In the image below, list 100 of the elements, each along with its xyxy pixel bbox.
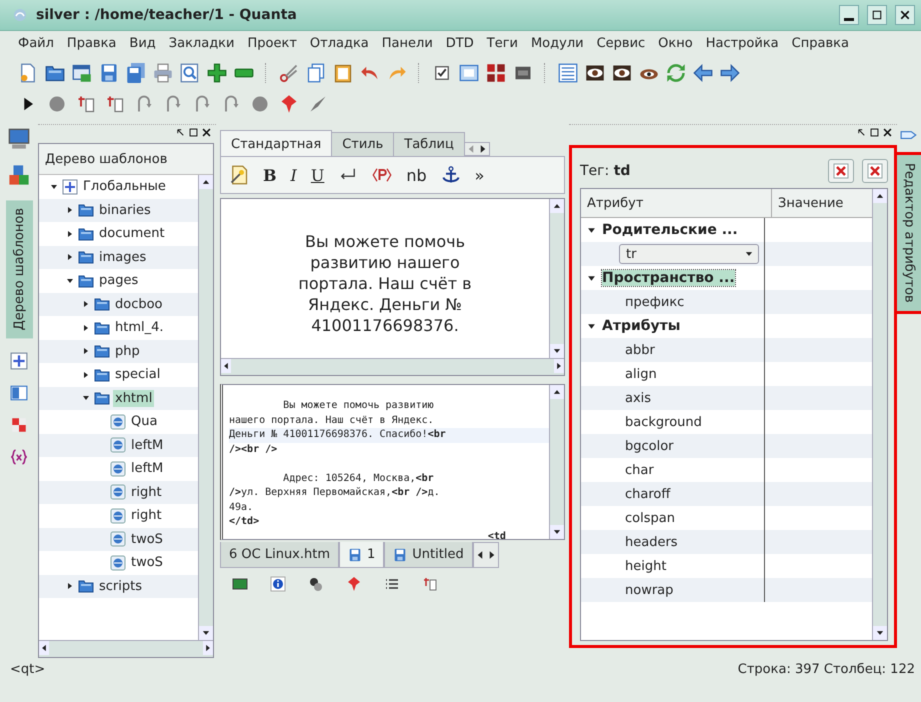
step-icon[interactable] (422, 576, 438, 592)
group-row[interactable]: Родительские ... (602, 222, 738, 238)
folder-icon[interactable] (94, 296, 110, 312)
menu-item[interactable]: Файл (12, 33, 61, 54)
pin-icon[interactable] (346, 576, 362, 592)
tree-item[interactable]: xhtml (113, 390, 154, 407)
folder-icon[interactable] (45, 63, 65, 83)
delete-button[interactable] (828, 159, 854, 183)
circle-icon[interactable] (47, 94, 67, 114)
template-icon[interactable] (10, 352, 28, 370)
expand-arrow-icon[interactable] (66, 253, 74, 262)
folder-icon[interactable] (78, 202, 94, 218)
file-icon[interactable] (110, 554, 126, 571)
folder-icon[interactable] (94, 320, 110, 336)
tree-item[interactable]: html_4. (113, 319, 166, 336)
collapse-arrow-icon[interactable] (587, 322, 596, 330)
cut-icon[interactable] (279, 63, 299, 83)
copy-icon[interactable] (306, 63, 326, 83)
forward-icon[interactable] (720, 63, 740, 83)
info-icon[interactable] (270, 576, 286, 592)
collapse-arrow-icon[interactable] (587, 274, 596, 282)
eye-icon[interactable] (612, 63, 632, 83)
print-icon[interactable] (153, 63, 173, 83)
list-icon[interactable] (558, 63, 578, 83)
menu-item[interactable]: Сервис (590, 33, 652, 54)
balls-icon[interactable] (308, 576, 324, 592)
expand-arrow-icon[interactable] (82, 347, 90, 356)
folder-icon[interactable] (78, 226, 94, 242)
minimize-button[interactable] (839, 5, 859, 25)
tree-item[interactable]: leftM (129, 460, 166, 478)
scrollbar[interactable] (221, 358, 564, 375)
list-icon[interactable] (384, 576, 400, 592)
tree-item[interactable]: twoS (129, 554, 165, 572)
folder-icon[interactable] (94, 366, 110, 383)
document-tab[interactable]: 6 ОС Linux.htm (220, 542, 340, 568)
tree-item[interactable]: special (113, 366, 162, 384)
folder-icon[interactable] (78, 578, 94, 594)
document-tab[interactable]: 1 (339, 542, 384, 568)
quick-tag-button[interactable]: B (263, 166, 277, 184)
file-icon[interactable] (110, 484, 126, 500)
tree-item[interactable]: right (129, 507, 164, 524)
column-header[interactable]: Значение (772, 189, 844, 217)
step-icon[interactable] (76, 94, 96, 114)
toolbar-tab[interactable]: Стиль (331, 132, 394, 156)
attribute-name[interactable]: char (587, 462, 654, 478)
file-icon[interactable] (110, 531, 126, 548)
collapse-arrow-icon[interactable] (66, 276, 74, 285)
file-icon[interactable] (110, 414, 126, 430)
file-icon[interactable] (110, 508, 126, 524)
save-icon[interactable] (99, 63, 119, 83)
attribute-name[interactable]: bgcolor (587, 438, 674, 454)
undock-icon[interactable] (856, 126, 867, 138)
expand-arrow-icon[interactable] (66, 230, 74, 238)
anchor-icon[interactable] (440, 165, 461, 185)
quick-tag-button[interactable]: » (474, 166, 484, 184)
step-icon[interactable] (105, 94, 125, 114)
parent-dropdown[interactable]: tr (619, 244, 759, 264)
tree-item[interactable]: pages (97, 272, 140, 290)
circle-icon[interactable] (250, 94, 270, 114)
tree-item[interactable]: leftM (129, 436, 166, 454)
menu-item[interactable]: Панели (376, 33, 440, 54)
scrollbar[interactable] (872, 189, 887, 640)
tree-item[interactable]: document (97, 225, 167, 242)
puzzle-icon[interactable] (10, 416, 28, 434)
scrollbar[interactable] (549, 385, 564, 539)
menu-item[interactable]: Правка (60, 33, 124, 54)
attribute-name[interactable]: align (587, 366, 657, 382)
close-icon[interactable] (201, 126, 212, 138)
tree-item[interactable]: right (129, 484, 164, 501)
dock-tab[interactable]: Дерево шаблонов (6, 200, 32, 338)
attribute-name[interactable]: nowrap (587, 582, 674, 598)
expand-arrow-icon[interactable] (82, 324, 90, 332)
new-document-icon[interactable] (18, 63, 38, 83)
menu-item[interactable]: Справка (786, 33, 856, 54)
toolbar-tab[interactable]: Стандартная (220, 130, 332, 156)
attribute-name[interactable]: height (587, 558, 666, 574)
menu-item[interactable]: Проект (241, 33, 304, 54)
checkbox-icon[interactable] (432, 63, 452, 83)
menu-item[interactable]: Настройка (700, 33, 786, 54)
attribute-name[interactable]: headers (587, 534, 678, 550)
attribute-name[interactable]: colspan (587, 510, 675, 526)
pin-icon[interactable] (279, 94, 299, 114)
scrollbar[interactable] (198, 175, 213, 640)
restore-icon[interactable] (869, 126, 880, 138)
expand-arrow-icon[interactable] (66, 582, 74, 590)
file-icon[interactable] (110, 460, 126, 477)
template-icon[interactable] (62, 178, 78, 195)
add-icon[interactable] (207, 63, 227, 83)
close-icon[interactable] (882, 126, 893, 138)
expand-arrow-icon[interactable] (82, 370, 90, 379)
collapse-arrow-icon[interactable] (50, 182, 58, 191)
folder-icon[interactable] (94, 390, 110, 406)
attribute-name[interactable]: axis (587, 390, 652, 406)
menu-item[interactable]: Отладка (304, 33, 376, 54)
tree-item[interactable]: php (113, 342, 142, 360)
collapse-arrow-icon[interactable] (82, 394, 90, 402)
group-row[interactable]: Атрибуты (602, 318, 680, 334)
menu-item[interactable]: Модули (524, 33, 591, 54)
expand-arrow-icon[interactable] (66, 206, 74, 214)
variable-icon[interactable] (10, 448, 28, 466)
